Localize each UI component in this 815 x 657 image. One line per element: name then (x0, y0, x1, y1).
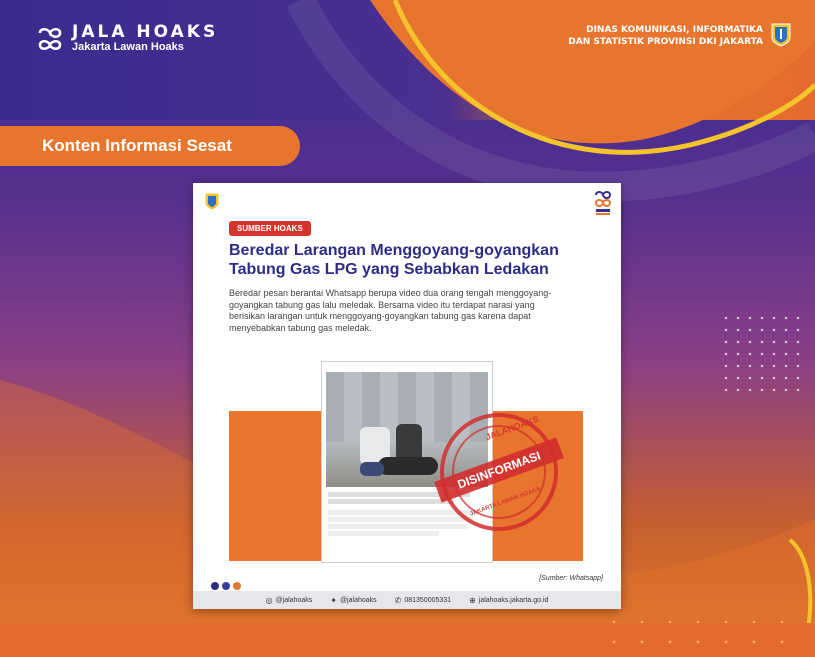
whatsapp-icon: ✆ (394, 595, 402, 605)
agency-line-2: DAN STATISTIK PROVINSI DKI JAKARTA (568, 37, 763, 47)
jalahoaks-logo: JALA HOAKS Jakarta Lawan Hoaks (36, 24, 218, 54)
source-badge: SUMBER HOAKS (229, 221, 311, 236)
logo-subtitle: Jakarta Lawan Hoaks (72, 41, 184, 53)
disinformasi-stamp: JALAHOAKS DISINFORMASI JAKARTA LAWAN HOA… (434, 413, 564, 531)
slide: JALA HOAKS Jakarta Lawan Hoaks DINAS KOM… (0, 0, 815, 657)
jalahoaks-small-logo-icon (595, 191, 612, 215)
headline-line-1: Beredar Larangan Menggoyang-goyangkan (229, 242, 559, 259)
section-title: Konten Informasi Sesat (0, 126, 300, 166)
source-caption: [Sumber: Whatsapp] (539, 575, 603, 582)
hoax-headline: Beredar Larangan Menggoyang-goyangkan Ta… (229, 241, 609, 279)
agency-name: DINAS KOMUNIKASI, INFORMATIKA DAN STATIS… (568, 24, 763, 48)
logo-title: JALA HOAKS (72, 22, 219, 42)
card-footer: ◎ @jalahoaks ✦ @jalahoaks ✆ 081350005331 ⊕ j… (193, 591, 621, 609)
color-dots (211, 582, 241, 590)
jalahoaks-mark-icon (38, 27, 62, 51)
twitter-contact: ✦ @jalahoaks (330, 595, 377, 605)
twitter-icon: ✦ (330, 595, 337, 605)
headline-line-2: Tabung Gas LPG yang Sebabkan Ledakan (229, 261, 549, 278)
instagram-icon: ◎ (265, 595, 273, 605)
dot-pattern-bottom (600, 612, 800, 652)
hoax-card: SUMBER HOAKS Beredar Larangan Menggoyang… (193, 183, 621, 609)
dki-emblem-small-icon (205, 193, 219, 210)
whatsapp-contact: ✆ 081350005331 (394, 595, 452, 605)
hoax-description: Beredar pesan berantai Whatsapp berupa v… (229, 288, 552, 333)
agency-line-1: DINAS KOMUNIKASI, INFORMATIKA (586, 25, 763, 35)
website-contact: ⊕ jalahoaks.jakarta.go.id (469, 595, 549, 605)
globe-icon: ⊕ (469, 595, 476, 605)
dki-emblem-icon (771, 23, 791, 47)
instagram-contact: ◎ @jalahoaks (265, 595, 313, 605)
dot-pattern (720, 312, 800, 392)
